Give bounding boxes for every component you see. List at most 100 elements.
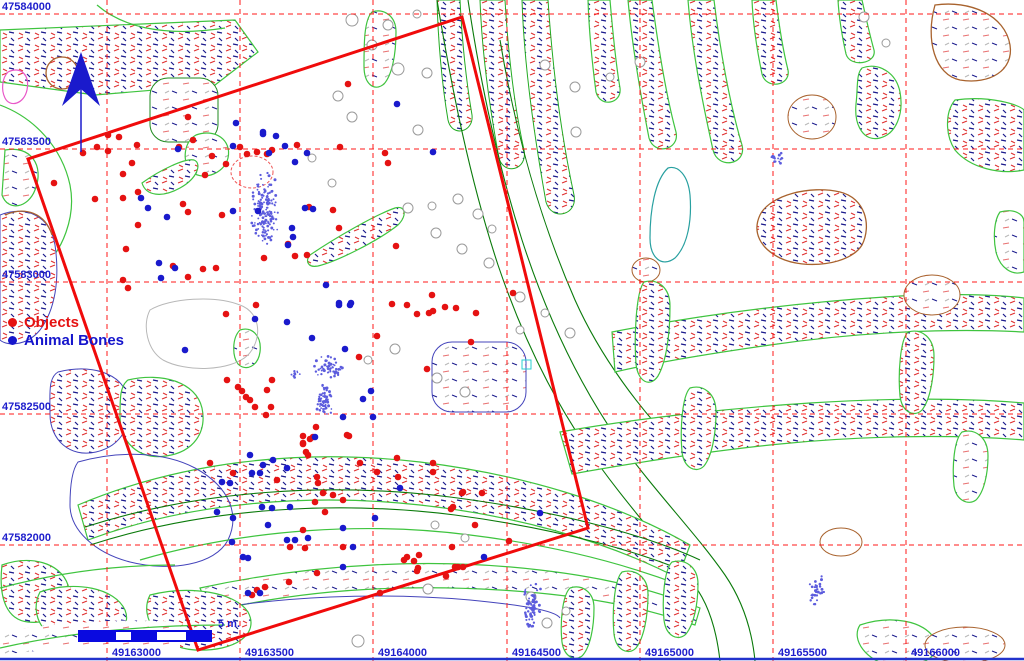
object-point xyxy=(247,397,254,404)
object-point xyxy=(230,470,237,477)
map-canvas: 4916300049163500491640004916450049165000… xyxy=(0,0,1024,661)
animal-bone-point xyxy=(342,346,349,353)
animal-bone-point xyxy=(284,319,291,326)
animal-bone-point xyxy=(287,504,294,511)
animal-bone-point xyxy=(394,101,401,108)
object-point xyxy=(105,132,112,139)
animal-bone-point xyxy=(372,515,379,522)
animal-bone-point xyxy=(230,515,237,522)
object-point xyxy=(389,301,396,308)
object-point xyxy=(449,544,456,551)
animal-bone-point xyxy=(172,265,179,272)
object-point xyxy=(116,134,123,141)
object-point xyxy=(209,153,216,160)
object-point xyxy=(129,160,136,167)
object-point xyxy=(244,151,251,158)
animal-bone-point xyxy=(360,396,367,403)
object-point xyxy=(105,148,112,155)
animal-bone-point xyxy=(245,555,252,562)
animal-bone-point xyxy=(289,225,296,232)
animal-bone-point xyxy=(259,504,266,511)
animal-bone-point xyxy=(305,535,312,542)
animal-bone-point xyxy=(182,347,189,354)
object-point xyxy=(468,339,475,346)
animal-bone-point xyxy=(312,434,319,441)
animal-bone-point xyxy=(265,522,272,529)
object-point xyxy=(460,564,467,571)
object-point xyxy=(135,222,142,229)
object-point xyxy=(430,469,437,476)
object-point xyxy=(305,452,312,459)
object-point xyxy=(223,311,230,318)
animal-bone-point xyxy=(273,133,280,140)
grid-label-northing: 47583500 xyxy=(2,136,51,148)
scale-bar-segment xyxy=(116,632,131,640)
animal-bone-point xyxy=(227,480,234,487)
object-point xyxy=(330,492,337,499)
legend-animal-bones-label: Animal Bones xyxy=(24,332,124,349)
object-point xyxy=(385,160,392,167)
object-point xyxy=(262,584,269,591)
object-point xyxy=(185,274,192,281)
object-point xyxy=(322,509,329,516)
object-point xyxy=(252,404,259,411)
object-point xyxy=(404,302,411,309)
object-point xyxy=(414,311,421,318)
animal-bone-point xyxy=(156,260,163,267)
object-point xyxy=(414,568,421,575)
object-point xyxy=(292,253,299,260)
animal-bone-point xyxy=(290,234,297,241)
animal-bone-point xyxy=(336,302,343,309)
animal-bone-point xyxy=(284,465,291,472)
animal-bone-point xyxy=(230,143,237,150)
object-point xyxy=(92,196,99,203)
animal-bone-point xyxy=(230,208,237,215)
object-point xyxy=(302,545,309,552)
object-point xyxy=(125,285,132,292)
object-point xyxy=(300,433,307,440)
scale-bar-label: 5 m. xyxy=(218,618,240,630)
object-point xyxy=(453,305,460,312)
grid-label-easting: 49163000 xyxy=(112,647,161,659)
scale-bar-segment xyxy=(157,632,186,640)
animal-bone-point xyxy=(175,146,182,153)
object-point xyxy=(448,506,455,513)
legend-item-objects: Objects xyxy=(8,313,124,331)
object-point xyxy=(185,209,192,216)
object-point xyxy=(356,354,363,361)
object-point xyxy=(123,246,130,253)
object-point xyxy=(344,432,351,439)
animal-bone-point xyxy=(164,214,171,221)
object-point xyxy=(304,252,311,259)
legend-objects-label: Objects xyxy=(24,314,79,331)
object-point xyxy=(459,490,466,497)
object-point xyxy=(300,527,307,534)
object-point xyxy=(261,255,268,262)
grid-label-northing: 47584000 xyxy=(2,1,51,13)
animal-bone-point xyxy=(145,205,152,212)
object-point xyxy=(294,142,301,149)
object-point xyxy=(510,290,517,297)
object-point xyxy=(287,544,294,551)
object-point xyxy=(340,544,347,551)
animal-bone-point xyxy=(229,539,236,546)
animal-bone-point xyxy=(249,470,256,477)
animal-bone-point xyxy=(370,414,377,421)
object-point xyxy=(134,142,141,149)
animal-bone-point xyxy=(247,452,254,459)
animal-bone-point xyxy=(266,150,273,157)
object-point xyxy=(345,81,352,88)
grid-label-northing: 47582000 xyxy=(2,532,51,544)
object-point xyxy=(430,460,437,467)
object-point xyxy=(51,180,58,187)
animal-bone-point xyxy=(219,479,226,486)
object-point xyxy=(452,564,459,571)
object-point xyxy=(190,137,197,144)
object-point xyxy=(357,460,364,467)
animal-bone-point xyxy=(350,544,357,551)
animal-bone-point xyxy=(304,150,311,157)
object-point xyxy=(401,557,408,564)
animal-bone-point xyxy=(302,205,309,212)
animal-bone-point xyxy=(214,509,221,516)
object-point xyxy=(253,302,260,309)
